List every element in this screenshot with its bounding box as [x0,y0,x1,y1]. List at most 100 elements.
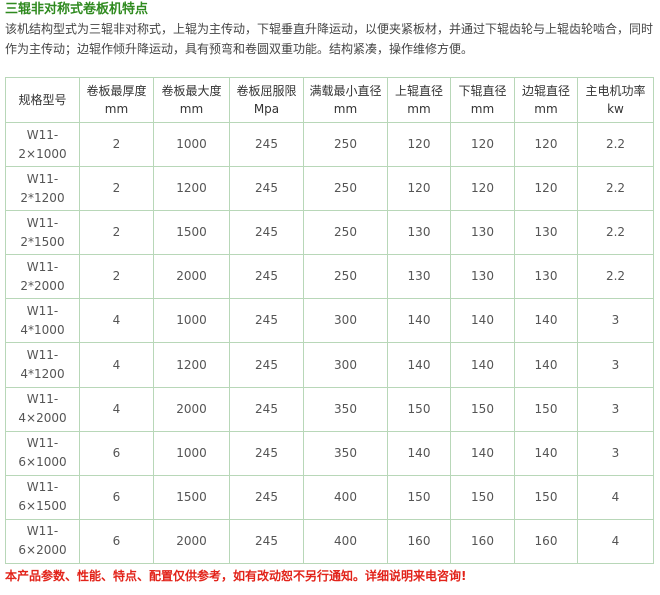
model-size: 6×1500 [18,499,67,514]
table-cell: 1500 [153,210,230,256]
table-cell: 245 [229,386,304,432]
col-header-unit: mm [534,102,558,116]
model-size: 6×1000 [18,455,67,470]
table-cell: 140 [387,298,451,344]
table-row: W11- 2*1200 2 1200 245 250 120 120 120 2.2 [5,166,654,212]
table-cell: 245 [229,121,304,168]
section-heading: 三辊非对称式卷板机特点 [5,2,149,17]
col-header-unit: kw [607,102,624,116]
table-cell: 120 [450,166,515,212]
table-cell: 245 [229,430,304,476]
model-prefix: W11- [26,524,59,539]
table-cell: 1200 [153,166,230,212]
model-cell: W11- 2*1500 [5,210,80,256]
col-header-title: 边辊直径 [521,84,570,98]
table-cell: 2.2 [577,210,654,256]
table-cell: 140 [387,430,451,476]
model-prefix: W11- [26,436,59,451]
table-cell: 2000 [153,254,230,300]
col-header-title: 卷板屈服限 [236,84,297,98]
table-cell: 245 [229,298,304,344]
col-header-side-roll: 边辊直径 mm [514,77,578,123]
model-cell: W11- 2×1000 [5,121,80,168]
model-prefix: W11- [26,171,59,186]
model-prefix: W11- [26,480,59,495]
table-cell: 250 [303,166,388,212]
model-size: 2*1200 [20,190,65,205]
table-cell: 2 [79,254,154,300]
model-size: 2*1500 [20,234,65,249]
model-size: 4*1000 [20,322,65,337]
model-prefix: W11- [26,127,59,142]
table-cell: 245 [229,474,304,520]
model-cell: W11- 4*1000 [5,298,80,344]
table-row: W11- 2*2000 2 2000 245 250 130 130 130 2.2 [5,254,654,300]
table-cell: 300 [303,342,388,388]
col-header-title: 上辊直径 [394,84,443,98]
col-header-upper-roll: 上辊直径 mm [387,77,451,123]
table-cell: 1000 [153,298,230,344]
table-cell: 3 [577,298,654,344]
table-cell: 4 [577,518,654,565]
table-cell: 130 [514,254,578,300]
table-cell: 1000 [153,430,230,476]
model-prefix: W11- [26,259,59,274]
table-cell: 1000 [153,121,230,168]
col-header-lower-roll: 下辊直径 mm [450,77,515,123]
table-cell: 160 [387,518,451,565]
table-cell: 130 [450,210,515,256]
model-cell: W11- 4*1200 [5,342,80,388]
model-prefix: W11- [26,215,59,230]
table-cell: 140 [514,298,578,344]
table-cell: 2 [79,210,154,256]
table-cell: 245 [229,518,304,565]
model-size: 4*1200 [20,367,65,382]
table-cell: 250 [303,210,388,256]
col-header-min-diameter: 满载最小直径 mm [303,77,388,123]
table-cell: 4 [577,474,654,520]
col-header-width: 卷板最大度 mm [153,77,230,123]
table-cell: 3 [577,386,654,432]
table-cell: 160 [450,518,515,565]
table-cell: 2000 [153,518,230,565]
col-header-unit: mm [407,102,431,116]
table-cell: 150 [514,474,578,520]
table-cell: 130 [387,254,451,300]
table-cell: 150 [387,474,451,520]
model-size: 6×2000 [18,543,67,558]
table-cell: 120 [514,121,578,168]
table-cell: 140 [450,342,515,388]
model-prefix: W11- [26,348,59,363]
table-cell: 4 [79,342,154,388]
table-cell: 140 [387,342,451,388]
table-cell: 160 [514,518,578,565]
model-prefix: W11- [26,303,59,318]
model-cell: W11- 6×1000 [5,430,80,476]
table-cell: 120 [387,166,451,212]
table-cell: 350 [303,430,388,476]
table-cell: 120 [387,121,451,168]
table-cell: 245 [229,166,304,212]
table-cell: 120 [450,121,515,168]
table-header-row: 规格型号 卷板最厚度 mm 卷板最大度 mm 卷板屈服限 Mpa 满载最小直径 mm 上… [5,77,654,123]
table-cell: 6 [79,474,154,520]
table-cell: 3 [577,342,654,388]
col-header-model: 规格型号 [5,77,80,123]
table-cell: 2.2 [577,254,654,300]
col-header-unit: mm [333,102,358,116]
model-size: 4×2000 [18,411,67,426]
col-header-yield: 卷板屈服限 Mpa [229,77,304,123]
model-prefix: W11- [26,392,59,407]
table-cell: 150 [450,474,515,520]
col-header-title: 规格型号 [18,93,67,107]
col-header-thickness: 卷板最厚度 mm [79,77,154,123]
model-cell: W11- 2*1200 [5,166,80,212]
table-cell: 400 [303,518,388,565]
col-header-unit: mm [470,102,495,116]
table-cell: 120 [514,166,578,212]
col-header-title: 主电机功率 [585,84,646,98]
table-cell: 150 [387,386,451,432]
table-cell: 250 [303,254,388,300]
table-cell: 130 [450,254,515,300]
model-cell: W11- 4×2000 [5,386,80,432]
